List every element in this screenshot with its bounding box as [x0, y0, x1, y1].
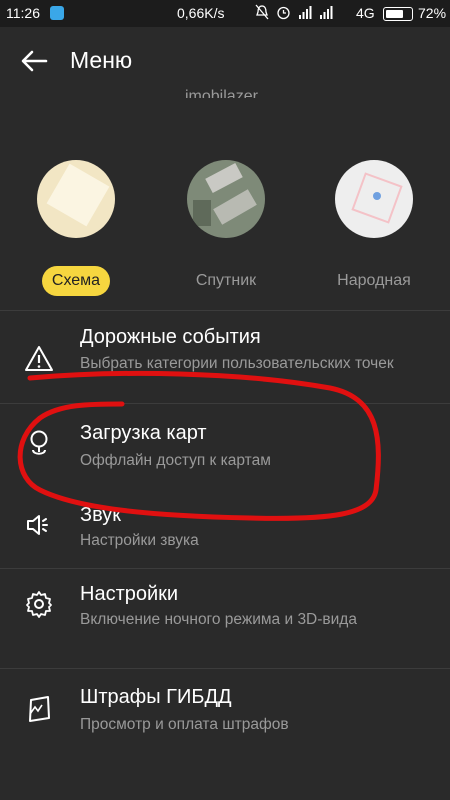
- map-pin-download-icon: [30, 430, 48, 455]
- divider: [0, 403, 450, 404]
- menu-item-subtitle: Оффлайн доступ к картам: [80, 452, 271, 469]
- back-arrow-icon[interactable]: [20, 49, 48, 73]
- status-bar: 11:26 0,66K/s 4G 72%: [0, 0, 450, 27]
- gear-icon: [26, 591, 52, 618]
- menu-item-title: Настройки: [80, 583, 179, 605]
- scheme-thumbnail[interactable]: [37, 160, 115, 238]
- speaker-icon: [27, 515, 48, 535]
- menu-item-title: Штрафы ГИБДД: [80, 686, 232, 708]
- app-bar: Меню: [0, 27, 450, 95]
- status-speed: 0,66K/s: [177, 5, 225, 21]
- layer-public[interactable]: Народная: [324, 160, 424, 296]
- layer-label-scheme[interactable]: Схема: [41, 266, 111, 296]
- layer-scheme[interactable]: Схема: [26, 160, 126, 296]
- network-type: 4G: [356, 5, 375, 21]
- layer-label-satellite[interactable]: Спутник: [186, 266, 266, 296]
- divider: [0, 668, 450, 669]
- menu-item-title: Загрузка карт: [80, 422, 207, 444]
- menu-item-settings[interactable]: Настройки Включение ночного режима и 3D-…: [0, 573, 450, 651]
- layer-satellite[interactable]: Спутник: [176, 160, 276, 296]
- signal-icon-2: [320, 6, 333, 19]
- page-title: Меню: [70, 47, 133, 73]
- fine-ticket-icon: [29, 696, 50, 722]
- battery-icon: [383, 7, 413, 21]
- alarm-icon: [277, 6, 290, 20]
- menu-item-subtitle: Включение ночного режима и 3D-вида: [80, 611, 357, 628]
- app-notification-icon: [50, 6, 64, 20]
- menu-item-title: Звук: [80, 504, 122, 526]
- menu-item-sound[interactable]: Звук Настройки звука: [0, 492, 450, 570]
- partial-text: imobilazer: [185, 88, 258, 98]
- layer-label-public[interactable]: Народная: [327, 266, 421, 296]
- menu-item-subtitle: Выбрать категории пользовательских точек: [80, 355, 394, 372]
- menu-item-subtitle: Настройки звука: [80, 532, 199, 549]
- divider: [0, 568, 450, 569]
- menu-item-fines[interactable]: Штрафы ГИБДД Просмотр и оплата штрафов: [0, 674, 450, 752]
- satellite-thumbnail[interactable]: [187, 160, 265, 238]
- battery-percent: 72%: [418, 5, 447, 21]
- divider: [0, 310, 450, 311]
- menu-item-subtitle: Просмотр и оплата штрафов: [80, 716, 289, 733]
- status-icons: [255, 4, 333, 20]
- warning-icon: [25, 346, 53, 371]
- menu-item-title: Дорожные события: [80, 326, 261, 348]
- mute-icon: [255, 4, 269, 20]
- public-map-thumbnail[interactable]: [335, 160, 413, 238]
- signal-icon: [299, 6, 312, 19]
- menu-item-road-events[interactable]: Дорожные события Выбрать категории польз…: [0, 318, 450, 396]
- menu-item-map-download[interactable]: Загрузка карт Оффлайн доступ к картам: [0, 410, 450, 488]
- status-time: 11:26: [6, 5, 40, 21]
